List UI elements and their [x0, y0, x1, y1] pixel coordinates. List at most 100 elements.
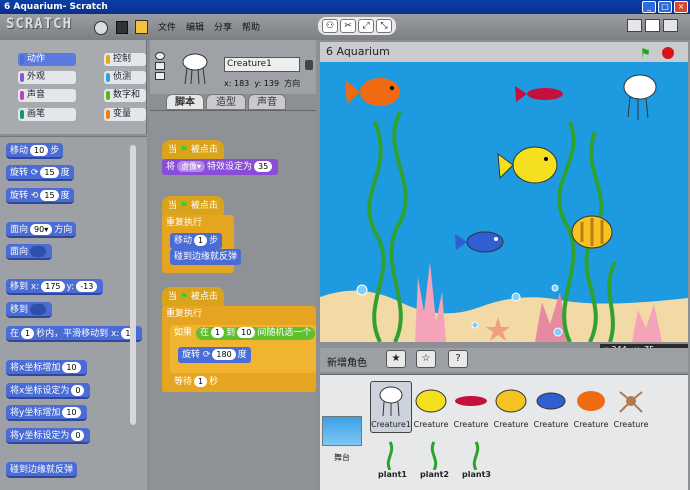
menu-edit[interactable]: 编辑: [186, 20, 204, 33]
sprite-label-3: Creature: [453, 420, 489, 429]
sprite-label-1: Creature1: [371, 420, 411, 429]
palette-point-towards-block[interactable]: 面向: [6, 244, 53, 260]
sprite-thumb-5[interactable]: [532, 384, 570, 418]
window-title: 6 Aquarium- Scratch: [4, 2, 108, 12]
when-flag-clicked-hat-1[interactable]: 当 ⚑ 被点击: [162, 140, 224, 160]
plant-thumb-1[interactable]: [380, 440, 400, 470]
minimize-button[interactable]: _: [642, 1, 656, 13]
turn-block[interactable]: 旋转 ⟳ 180 度: [178, 347, 251, 363]
yellow-fish[interactable]: [497, 146, 558, 184]
share-icon[interactable]: [135, 20, 148, 34]
normal-stage-icon[interactable]: [645, 19, 660, 32]
small-stage-icon[interactable]: [627, 19, 642, 32]
stage-header: 6 Aquarium: [320, 42, 688, 62]
menu-file[interactable]: 文件: [158, 20, 176, 33]
plant-label-1: plant1: [378, 470, 407, 479]
aquarium-scene: [320, 74, 688, 342]
scratch-logo: SCRATCH: [6, 16, 73, 32]
menu-help[interactable]: 帮助: [242, 20, 260, 33]
random-sprite-button[interactable]: ?: [448, 350, 468, 368]
globe-icon[interactable]: [94, 21, 108, 35]
palette-bounce-block[interactable]: 碰到边缘就反弹: [6, 462, 78, 478]
set-effect-block[interactable]: 将虚像▾ 特效设定为 35: [162, 159, 279, 175]
edit-tools: ⚇ ✂ ⤢ ⤡: [318, 17, 396, 35]
sprite-label-4: Creature: [493, 420, 529, 429]
pick-random-block[interactable]: 在 1 到 10 间随机选一个: [196, 327, 316, 340]
bounce-block[interactable]: 碰到边缘就反弹: [170, 249, 242, 265]
category-variables[interactable]: 变量: [104, 108, 146, 121]
plant-thumb-2[interactable]: [424, 440, 444, 470]
category-motion[interactable]: 动作: [18, 53, 76, 66]
menu-share[interactable]: 分享: [214, 20, 232, 33]
title-bar: 6 Aquarium- Scratch: [0, 0, 690, 14]
paint-sprite-button[interactable]: ★: [386, 350, 406, 368]
delete-icon[interactable]: ✂: [340, 19, 356, 33]
sprite-thumb-7[interactable]: [612, 384, 650, 418]
stage-thumbnail[interactable]: [322, 416, 362, 446]
sprite-coordinates: x: 183 y: 139 方向: [224, 79, 301, 88]
tab-costumes[interactable]: 造型: [206, 94, 246, 110]
palette-scrollbar[interactable]: [130, 145, 136, 425]
close-button[interactable]: ×: [674, 1, 688, 13]
category-looks[interactable]: 外观: [18, 71, 76, 84]
choose-sprite-button[interactable]: ☆: [416, 350, 436, 368]
jellyfish[interactable]: [623, 74, 657, 120]
palette-glide-block[interactable]: 在 1 秒内，平滑移动到 x: 1: [6, 326, 142, 342]
palette-turn-cw-block[interactable]: 旋转 ⟳ 15 度: [6, 165, 74, 181]
palette-set-y-block[interactable]: 将y坐标设定为 0: [6, 428, 91, 444]
plant-label-2: plant2: [420, 470, 449, 479]
lock-icon[interactable]: [305, 60, 313, 70]
palette-change-x-block[interactable]: 将x坐标增加 10: [6, 360, 87, 376]
green-flag-icon[interactable]: ⚑: [640, 46, 651, 60]
plant-thumb-3[interactable]: [466, 440, 486, 470]
duplicate-icon[interactable]: ⚇: [322, 19, 338, 33]
new-sprite-bar: [320, 348, 688, 372]
stage[interactable]: [320, 62, 688, 342]
category-sound[interactable]: 声音: [18, 89, 76, 102]
palette-change-y-block[interactable]: 将y坐标增加 10: [6, 405, 87, 421]
stop-icon[interactable]: [662, 47, 674, 59]
sprite-thumb-4[interactable]: [492, 384, 530, 418]
blue-fish[interactable]: [455, 231, 504, 253]
wait-block[interactable]: 等待 1 秒: [170, 374, 223, 390]
save-icon[interactable]: [116, 21, 128, 34]
rotation-style-controls: [155, 52, 165, 82]
sprite-label-2: Creature: [413, 420, 449, 429]
category-pen[interactable]: 画笔: [18, 108, 76, 121]
maximize-button[interactable]: □: [658, 1, 672, 13]
sprite-name-field[interactable]: Creature1: [224, 57, 300, 72]
sprite-thumbnail: [182, 53, 208, 85]
move-block[interactable]: 移动 1 步: [170, 233, 223, 249]
palette-move-block[interactable]: 移动 10 步: [6, 143, 64, 159]
stage-label: 舞台: [334, 453, 350, 462]
view-mode-buttons: [627, 19, 678, 32]
new-sprite-label: 新增角色: [327, 358, 367, 369]
sprite-thumb-3[interactable]: [452, 384, 490, 418]
sprite-thumb-6[interactable]: [572, 384, 610, 418]
palette-goto-xy-block[interactable]: 移到 x: 175 y: -13: [6, 279, 104, 295]
when-flag-clicked-hat-3[interactable]: 当 ⚑ 被点击: [162, 287, 224, 307]
sprite-thumb-1[interactable]: [372, 384, 410, 418]
when-flag-clicked-hat-2[interactable]: 当 ⚑ 被点击: [162, 196, 224, 216]
category-sensing[interactable]: 侦测: [104, 71, 146, 84]
sprite-label-5: Creature: [533, 420, 569, 429]
plant-label-3: plant3: [462, 470, 491, 479]
palette-turn-ccw-block[interactable]: 旋转 ⟲ 15 度: [6, 188, 74, 204]
grow-icon[interactable]: ⤢: [358, 19, 374, 33]
rotate-icon[interactable]: [155, 52, 165, 60]
category-control[interactable]: 控制: [104, 53, 146, 66]
palette-goto-block[interactable]: 移到: [6, 302, 53, 318]
sprite-thumb-2[interactable]: [412, 384, 450, 418]
tab-sounds[interactable]: 声音: [248, 94, 286, 110]
tab-scripts[interactable]: 脚本: [166, 94, 204, 110]
no-rotate-icon[interactable]: [155, 72, 165, 80]
red-fish[interactable]: [515, 86, 563, 102]
shrink-icon[interactable]: ⤡: [376, 19, 392, 33]
flip-icon[interactable]: [155, 62, 165, 70]
orange-fish[interactable]: [345, 78, 400, 106]
palette-point-direction-block[interactable]: 面向 90▾ 方向: [6, 222, 77, 238]
presentation-icon[interactable]: [663, 19, 678, 32]
palette-set-x-block[interactable]: 将x坐标设定为 0: [6, 383, 91, 399]
striped-fish[interactable]: [571, 215, 613, 249]
category-operators[interactable]: 数字和: [104, 89, 146, 102]
